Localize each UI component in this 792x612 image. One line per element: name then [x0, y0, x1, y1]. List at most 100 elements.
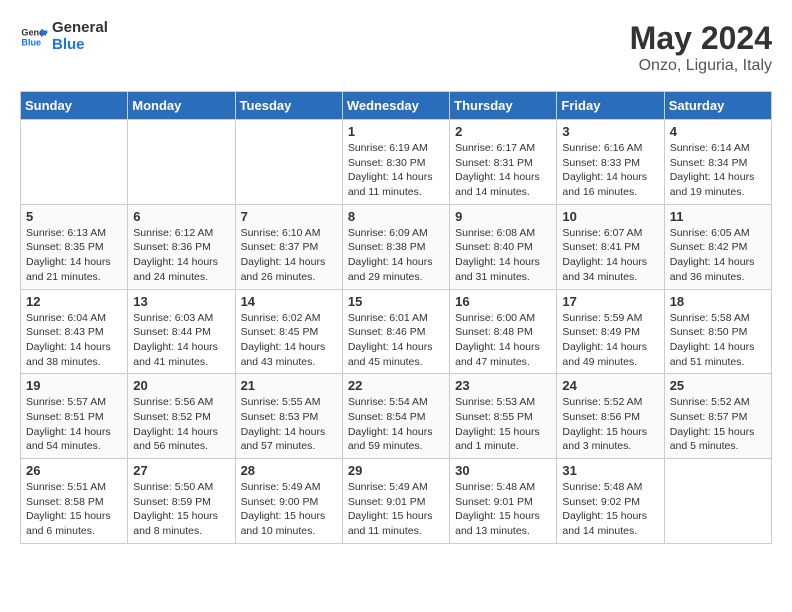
cell-info: Sunrise: 6:19 AM Sunset: 8:30 PM Dayligh…	[348, 141, 444, 200]
calendar-cell: 27 Sunrise: 5:50 AM Sunset: 8:59 PM Dayli…	[128, 459, 235, 544]
day-number: 2	[455, 124, 551, 139]
cell-info: Sunrise: 5:48 AM Sunset: 9:02 PM Dayligh…	[562, 480, 658, 539]
col-header-thursday: Thursday	[450, 92, 557, 120]
day-number: 4	[670, 124, 766, 139]
cell-info: Sunrise: 6:05 AM Sunset: 8:42 PM Dayligh…	[670, 226, 766, 285]
day-number: 9	[455, 209, 551, 224]
calendar-cell: 10Sunrise: 6:07 AM Sunset: 8:41 PM Dayli…	[557, 204, 664, 289]
calendar-week-2: 5 Sunrise: 6:13 AM Sunset: 8:35 PM Daylig…	[21, 204, 772, 289]
calendar-week-4: 19 Sunrise: 5:57 AM Sunset: 8:51 PM Dayli…	[21, 374, 772, 459]
calendar-cell: 19 Sunrise: 5:57 AM Sunset: 8:51 PM Dayli…	[21, 374, 128, 459]
calendar-cell: 3 Sunrise: 6:16 AM Sunset: 8:33 PM Daylig…	[557, 120, 664, 205]
cell-info: Sunrise: 6:02 AM Sunset: 8:45 PM Dayligh…	[241, 311, 337, 370]
cell-info: Sunrise: 5:49 AM Sunset: 9:00 PM Dayligh…	[241, 480, 337, 539]
cell-info: Sunrise: 5:55 AM Sunset: 8:53 PM Dayligh…	[241, 395, 337, 454]
day-number: 16	[455, 294, 551, 309]
cell-info: Sunrise: 6:12 AM Sunset: 8:36 PM Dayligh…	[133, 226, 229, 285]
page-header: General Blue General Blue May 2024 Onzo,…	[20, 20, 772, 75]
location: Onzo, Liguria, Italy	[630, 57, 772, 75]
calendar-cell: 24Sunrise: 5:52 AM Sunset: 8:56 PM Dayli…	[557, 374, 664, 459]
cell-info: Sunrise: 5:52 AM Sunset: 8:57 PM Dayligh…	[670, 395, 766, 454]
calendar-week-1: 1 Sunrise: 6:19 AM Sunset: 8:30 PM Daylig…	[21, 120, 772, 205]
calendar-cell: 8Sunrise: 6:09 AM Sunset: 8:38 PM Daylig…	[342, 204, 449, 289]
calendar-cell: 14Sunrise: 6:02 AM Sunset: 8:45 PM Dayli…	[235, 289, 342, 374]
month-year: May 2024	[630, 20, 772, 57]
calendar-cell: 25 Sunrise: 5:52 AM Sunset: 8:57 PM Dayli…	[664, 374, 771, 459]
calendar-cell: 16 Sunrise: 6:00 AM Sunset: 8:48 PM Dayli…	[450, 289, 557, 374]
calendar-cell: 18 Sunrise: 5:58 AM Sunset: 8:50 PM Dayli…	[664, 289, 771, 374]
col-header-monday: Monday	[128, 92, 235, 120]
cell-info: Sunrise: 5:58 AM Sunset: 8:50 PM Dayligh…	[670, 311, 766, 370]
cell-info: Sunrise: 6:00 AM Sunset: 8:48 PM Dayligh…	[455, 311, 551, 370]
day-number: 18	[670, 294, 766, 309]
calendar-cell	[21, 120, 128, 205]
cell-info: Sunrise: 6:04 AM Sunset: 8:43 PM Dayligh…	[26, 311, 122, 370]
day-number: 30	[455, 463, 551, 478]
calendar-cell: 22Sunrise: 5:54 AM Sunset: 8:54 PM Dayli…	[342, 374, 449, 459]
calendar-cell: 29 Sunrise: 5:49 AM Sunset: 9:01 PM Dayli…	[342, 459, 449, 544]
logo-general: General	[52, 20, 108, 37]
day-number: 25	[670, 378, 766, 393]
calendar-cell	[664, 459, 771, 544]
cell-info: Sunrise: 6:17 AM Sunset: 8:31 PM Dayligh…	[455, 141, 551, 200]
day-number: 1	[348, 124, 444, 139]
calendar-cell: 4 Sunrise: 6:14 AM Sunset: 8:34 PM Daylig…	[664, 120, 771, 205]
calendar-cell: 20 Sunrise: 5:56 AM Sunset: 8:52 PM Dayli…	[128, 374, 235, 459]
calendar-cell: 21Sunrise: 5:55 AM Sunset: 8:53 PM Dayli…	[235, 374, 342, 459]
day-number: 17	[562, 294, 658, 309]
day-number: 20	[133, 378, 229, 393]
day-number: 13	[133, 294, 229, 309]
calendar-cell	[128, 120, 235, 205]
cell-info: Sunrise: 5:49 AM Sunset: 9:01 PM Dayligh…	[348, 480, 444, 539]
day-number: 26	[26, 463, 122, 478]
calendar-cell: 6 Sunrise: 6:12 AM Sunset: 8:36 PM Daylig…	[128, 204, 235, 289]
calendar-cell: 23Sunrise: 5:53 AM Sunset: 8:55 PM Dayli…	[450, 374, 557, 459]
cell-info: Sunrise: 6:13 AM Sunset: 8:35 PM Dayligh…	[26, 226, 122, 285]
calendar-cell: 13Sunrise: 6:03 AM Sunset: 8:44 PM Dayli…	[128, 289, 235, 374]
day-number: 11	[670, 209, 766, 224]
day-number: 3	[562, 124, 658, 139]
cell-info: Sunrise: 6:07 AM Sunset: 8:41 PM Dayligh…	[562, 226, 658, 285]
cell-info: Sunrise: 5:57 AM Sunset: 8:51 PM Dayligh…	[26, 395, 122, 454]
calendar-cell: 1 Sunrise: 6:19 AM Sunset: 8:30 PM Daylig…	[342, 120, 449, 205]
day-number: 19	[26, 378, 122, 393]
calendar-cell: 31 Sunrise: 5:48 AM Sunset: 9:02 PM Dayli…	[557, 459, 664, 544]
calendar-week-5: 26 Sunrise: 5:51 AM Sunset: 8:58 PM Dayli…	[21, 459, 772, 544]
col-header-sunday: Sunday	[21, 92, 128, 120]
day-number: 6	[133, 209, 229, 224]
logo-icon: General Blue	[20, 23, 48, 51]
cell-info: Sunrise: 5:48 AM Sunset: 9:01 PM Dayligh…	[455, 480, 551, 539]
cell-info: Sunrise: 6:14 AM Sunset: 8:34 PM Dayligh…	[670, 141, 766, 200]
col-header-saturday: Saturday	[664, 92, 771, 120]
day-number: 8	[348, 209, 444, 224]
cell-info: Sunrise: 5:51 AM Sunset: 8:58 PM Dayligh…	[26, 480, 122, 539]
day-number: 15	[348, 294, 444, 309]
calendar-cell: 7Sunrise: 6:10 AM Sunset: 8:37 PM Daylig…	[235, 204, 342, 289]
calendar-cell: 15 Sunrise: 6:01 AM Sunset: 8:46 PM Dayli…	[342, 289, 449, 374]
title-block: May 2024 Onzo, Liguria, Italy	[630, 20, 772, 75]
cell-info: Sunrise: 6:08 AM Sunset: 8:40 PM Dayligh…	[455, 226, 551, 285]
cell-info: Sunrise: 5:53 AM Sunset: 8:55 PM Dayligh…	[455, 395, 551, 454]
day-number: 5	[26, 209, 122, 224]
day-number: 7	[241, 209, 337, 224]
calendar-cell: 26 Sunrise: 5:51 AM Sunset: 8:58 PM Dayli…	[21, 459, 128, 544]
calendar-cell: 17 Sunrise: 5:59 AM Sunset: 8:49 PM Dayli…	[557, 289, 664, 374]
calendar-cell: 11 Sunrise: 6:05 AM Sunset: 8:42 PM Dayli…	[664, 204, 771, 289]
day-number: 29	[348, 463, 444, 478]
cell-info: Sunrise: 5:59 AM Sunset: 8:49 PM Dayligh…	[562, 311, 658, 370]
cell-info: Sunrise: 6:01 AM Sunset: 8:46 PM Dayligh…	[348, 311, 444, 370]
svg-text:Blue: Blue	[21, 37, 41, 47]
cell-info: Sunrise: 6:16 AM Sunset: 8:33 PM Dayligh…	[562, 141, 658, 200]
calendar-cell: 2 Sunrise: 6:17 AM Sunset: 8:31 PM Daylig…	[450, 120, 557, 205]
cell-info: Sunrise: 5:56 AM Sunset: 8:52 PM Dayligh…	[133, 395, 229, 454]
day-number: 31	[562, 463, 658, 478]
logo: General Blue General Blue	[20, 20, 108, 53]
calendar-week-3: 12Sunrise: 6:04 AM Sunset: 8:43 PM Dayli…	[21, 289, 772, 374]
col-header-friday: Friday	[557, 92, 664, 120]
day-number: 27	[133, 463, 229, 478]
cell-info: Sunrise: 5:50 AM Sunset: 8:59 PM Dayligh…	[133, 480, 229, 539]
day-number: 22	[348, 378, 444, 393]
cell-info: Sunrise: 5:52 AM Sunset: 8:56 PM Dayligh…	[562, 395, 658, 454]
calendar-cell	[235, 120, 342, 205]
calendar-cell: 5 Sunrise: 6:13 AM Sunset: 8:35 PM Daylig…	[21, 204, 128, 289]
